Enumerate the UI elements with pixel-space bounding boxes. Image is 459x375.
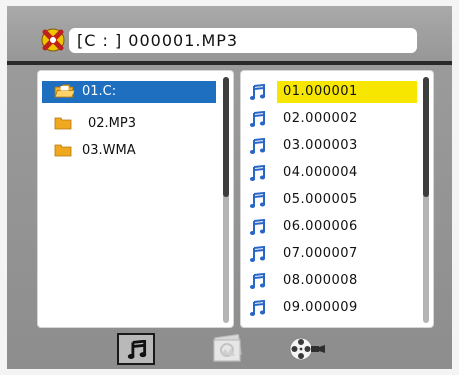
file-item[interactable]: 04.000004: [241, 162, 417, 184]
file-item-label: 09.000009: [283, 300, 358, 315]
file-item[interactable]: 02.000002: [241, 108, 417, 130]
file-item[interactable]: 05.000005: [241, 189, 417, 211]
music-note-icon: [249, 192, 266, 208]
folder-icon: [54, 117, 72, 130]
open-folder-icon: [54, 84, 74, 98]
music-note-icon: [249, 165, 266, 181]
music-note-icon: [127, 340, 147, 359]
media-browser-screen: [C : ] 000001.MP3 01.C: 02.MP3 03.WMA 01…: [0, 0, 459, 375]
file-item-label: 03.000003: [283, 138, 358, 153]
folder-item-label: 03.WMA: [82, 143, 136, 158]
music-mode-button[interactable]: [117, 333, 155, 365]
file-item-label: 06.000006: [283, 219, 358, 234]
current-path-field: [C : ] 000001.MP3: [69, 28, 417, 53]
music-note-icon: [249, 273, 266, 289]
file-item[interactable]: 09.000009: [241, 297, 417, 319]
file-item-label: 05.000005: [283, 192, 358, 207]
film-reel-icon: [289, 337, 325, 361]
file-item[interactable]: 08.000008: [241, 270, 417, 292]
file-item[interactable]: 06.000006: [241, 216, 417, 238]
folder-scrollbar-thumb[interactable]: [223, 77, 229, 197]
photo-mode-button[interactable]: [210, 333, 248, 365]
file-item-label: 07.000007: [283, 246, 358, 261]
music-note-icon: [249, 138, 266, 154]
file-item[interactable]: 01.000001: [241, 81, 417, 103]
folder-item-c[interactable]: 01.C:: [42, 81, 216, 103]
folder-item-mp3[interactable]: 02.MP3: [42, 113, 216, 135]
folder-item-wma[interactable]: 03.WMA: [42, 140, 216, 162]
photo-icon: [213, 334, 242, 362]
file-scrollbar[interactable]: [423, 77, 429, 323]
folder-icon: [54, 144, 72, 157]
header-divider: [7, 61, 452, 65]
music-note-icon: [249, 219, 266, 235]
folder-scrollbar[interactable]: [223, 77, 229, 323]
browser-frame: [C : ] 000001.MP3 01.C: 02.MP3 03.WMA 01…: [7, 6, 452, 369]
header-bar: [C : ] 000001.MP3: [7, 6, 452, 61]
music-note-icon: [249, 246, 266, 262]
file-item[interactable]: 03.000003: [241, 135, 417, 157]
folder-panel: 01.C: 02.MP3 03.WMA: [37, 70, 234, 328]
music-note-icon: [249, 300, 266, 316]
folder-item-label: 02.MP3: [88, 116, 137, 131]
file-panel: 01.000001 02.000002 03.000003 04.000004 …: [240, 70, 434, 328]
file-item-label: 01.000001: [277, 81, 417, 103]
file-scrollbar-thumb[interactable]: [423, 77, 429, 197]
disc-x-icon: [41, 28, 65, 52]
music-note-icon: [249, 111, 266, 127]
file-item-label: 08.000008: [283, 273, 358, 288]
file-item[interactable]: 07.000007: [241, 243, 417, 265]
music-note-icon: [249, 84, 266, 100]
video-mode-button[interactable]: [287, 333, 325, 365]
file-item-label: 02.000002: [283, 111, 358, 126]
file-item-label: 04.000004: [283, 165, 358, 180]
folder-item-label: 01.C:: [82, 84, 117, 99]
